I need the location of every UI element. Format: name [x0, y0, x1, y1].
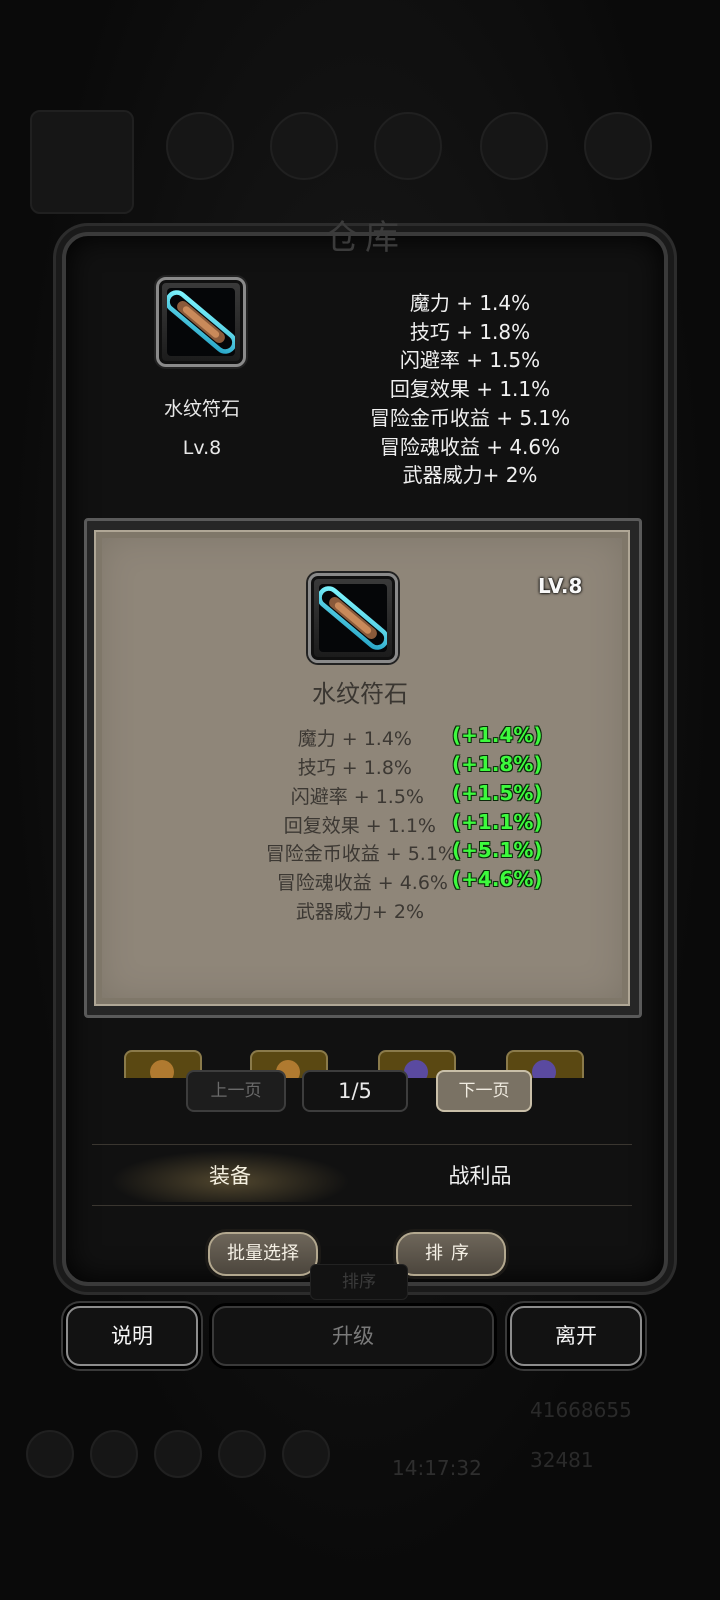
- window-title: 仓库: [325, 218, 405, 258]
- help-button[interactable]: 说明: [66, 1306, 198, 1366]
- background-slot: [584, 112, 652, 180]
- detail-stat-bonus: (+1.8%): [452, 752, 543, 776]
- background-slot: [218, 1430, 266, 1478]
- detail-stat: 冒险魂收益 + 4.6%: [276, 872, 448, 894]
- item-summary-name: 水纹符石: [163, 398, 240, 420]
- summary-stat: 魔力 + 1.4%: [409, 291, 531, 315]
- next-page-button[interactable]: 下一页: [436, 1070, 532, 1112]
- background-gold-value: 41668655: [530, 1398, 632, 1422]
- background-gem-value: 32481: [530, 1448, 594, 1472]
- rune-stone-icon: [167, 290, 235, 354]
- background-slot: [90, 1430, 138, 1478]
- detail-stat-bonus: (+4.6%): [452, 867, 543, 891]
- detail-stat: 冒险金币收益 + 5.1%: [265, 843, 456, 865]
- summary-stat: 闪避率 + 1.5%: [399, 348, 541, 373]
- tab-equipment[interactable]: 装备: [140, 1160, 320, 1190]
- detail-stat: 技巧 + 1.8%: [297, 757, 412, 779]
- detail-stat-bonus: (+1.1%): [452, 810, 543, 834]
- page-indicator: 1/5: [302, 1070, 408, 1112]
- item-summary-stats: 魔力 + 1.4% 技巧 + 1.8% 闪避率 + 1.5% 回复效果 + 1.…: [340, 289, 600, 490]
- detail-stat-bonus: (+1.5%): [452, 781, 543, 805]
- detail-stat: 魔力 + 1.4%: [297, 728, 412, 750]
- item-summary-icon[interactable]: [156, 277, 246, 367]
- background-slot: [270, 112, 338, 180]
- background-slot: [154, 1430, 202, 1478]
- batch-select-button[interactable]: 批量选择: [208, 1232, 318, 1276]
- background-slot: [166, 112, 234, 180]
- summary-stat: 冒险魂收益 + 4.6%: [379, 434, 561, 459]
- sort-button[interactable]: 排序: [396, 1232, 506, 1276]
- background-slot: [26, 1430, 74, 1478]
- item-summary-level: Lv.8: [182, 437, 222, 459]
- background-sort-label: 排序: [310, 1264, 408, 1300]
- detail-level-badge: LV.8: [538, 574, 583, 598]
- background-time: 14:17:32: [392, 1456, 482, 1480]
- detail-item-name: 水纹符石: [312, 680, 408, 708]
- summary-stat: 技巧 + 1.8%: [409, 319, 531, 344]
- detail-stat: 武器威力+ 2%: [295, 901, 424, 923]
- prev-page-button[interactable]: 上一页: [186, 1070, 286, 1112]
- leave-button[interactable]: 离开: [510, 1306, 642, 1366]
- background-slot: [374, 112, 442, 180]
- summary-stat: 回复效果 + 1.1%: [389, 377, 551, 402]
- summary-stat: 冒险金币收益 + 5.1%: [369, 405, 571, 430]
- upgrade-button[interactable]: 升级: [212, 1306, 494, 1366]
- item-detail-icon: [308, 573, 398, 663]
- tab-loot[interactable]: 战利品: [390, 1160, 570, 1190]
- summary-stat: 武器威力+ 2%: [402, 463, 538, 488]
- detail-stat: 闪避率 + 1.5%: [290, 786, 424, 808]
- background-slot: [30, 110, 134, 214]
- detail-stat-bonus: (+5.1%): [452, 838, 543, 862]
- background-slot: [282, 1430, 330, 1478]
- rune-stone-icon: [319, 586, 387, 650]
- detail-stat-bonus: (+1.4%): [452, 723, 543, 747]
- detail-stat: 回复效果 + 1.1%: [283, 815, 436, 837]
- background-slot: [480, 112, 548, 180]
